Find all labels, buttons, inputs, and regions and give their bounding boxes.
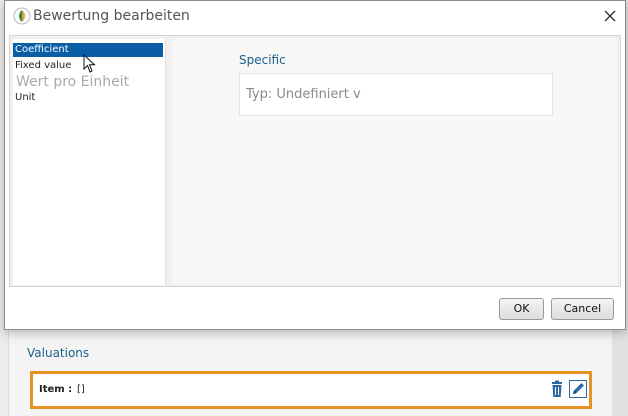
type-select-value: Typ: Undefiniert v [246,87,361,102]
content-area: Specific Typ: Undefiniert v [172,39,617,285]
specific-label: Specific [239,53,286,67]
drag-ghost-text: Wert pro Einheit [16,74,130,90]
close-icon[interactable] [600,6,620,26]
valuation-item-row[interactable]: Item : [] [30,371,592,409]
app-logo-icon [13,7,31,25]
cancel-button[interactable]: Cancel [551,298,614,320]
item-value: [] [77,384,85,395]
dialog-title: Bewertung bearbeiten [33,8,190,24]
type-select[interactable]: Typ: Undefiniert v [239,73,553,116]
dialog-titlebar[interactable]: Bewertung bearbeiten [5,1,625,31]
dialog-body: Coefficient Fixed value Wert pro Einheit… [9,35,621,287]
valuation-type-list[interactable]: Coefficient Fixed value Wert pro Einheit… [13,39,166,285]
mouse-pointer-icon [83,53,97,74]
item-label: Item : [39,384,73,395]
list-item-unit[interactable]: Unit [13,91,35,105]
edit-valuation-dialog: Bewertung bearbeiten Coefficient Fixed v… [4,0,626,330]
list-item-fixed-value[interactable]: Fixed value [13,59,71,73]
ok-button[interactable]: OK [499,298,544,320]
valuations-title: Valuations [27,346,90,360]
trash-icon[interactable] [548,380,566,398]
pencil-icon[interactable] [569,380,587,398]
